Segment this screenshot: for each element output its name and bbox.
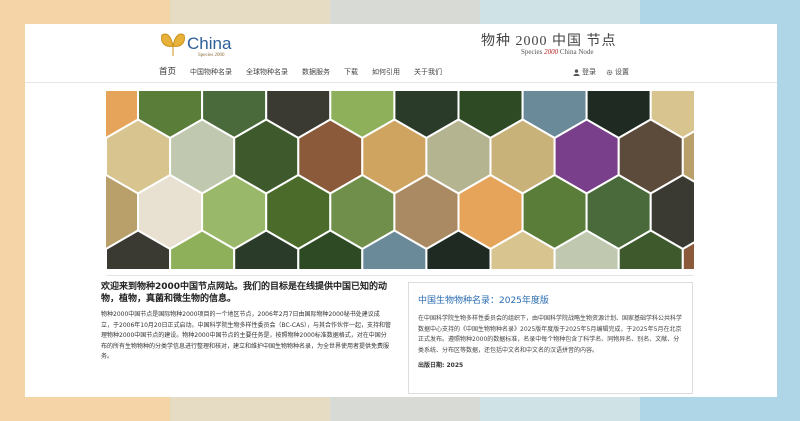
- login-label: 登录: [582, 68, 596, 76]
- nav-china-species-list[interactable]: 中国物种名录: [190, 64, 232, 80]
- welcome-title: 欢迎来到物种2000中国节点网站。我们的目标是在线提供中国已知的动物，植物，真菌…: [101, 282, 388, 304]
- hexagon-species-banner: [106, 91, 694, 269]
- header: China Species 2000 物种 2000 中国 节点 Species…: [25, 24, 777, 84]
- nav-download[interactable]: 下载: [344, 64, 358, 80]
- page: China Species 2000 物种 2000 中国 节点 Species…: [25, 24, 777, 397]
- hexagon-mosaic: [106, 91, 694, 269]
- publication-date: 出版日期: 2025: [418, 360, 683, 369]
- brand-subtitle-suffix: China Node: [559, 48, 594, 56]
- site-brand: 物种 2000 中国 节点 Species 2000 China Node: [481, 30, 661, 60]
- news-panel: 中国生物物种名录：2025年度版 在中国科学院生物多样性委员会的组织下，由中国科…: [408, 282, 693, 394]
- nav-global-species-list[interactable]: 全球物种名录: [246, 64, 288, 80]
- publication-date-value: 2025: [446, 362, 464, 369]
- nav-data-services[interactable]: 数据服务: [302, 64, 330, 80]
- brand-subtitle: Species 2000 China Node: [521, 48, 594, 56]
- welcome-section: 欢迎来到物种2000中国节点网站。我们的目标是在线提供中国已知的动物，植物，真菌…: [101, 281, 391, 363]
- logo-subtitle: Species 2000: [198, 53, 225, 58]
- login-link[interactable]: 登录: [573, 64, 596, 80]
- brand-subtitle-prefix: Species: [521, 48, 543, 56]
- user-nav: 登录 设置: [573, 64, 639, 80]
- logo[interactable]: China Species 2000: [159, 28, 249, 62]
- header-divider: [25, 82, 777, 83]
- main-nav: 首页 中国物种名录 全球物种名录 数据服务 下载 如何引用 关于我们: [159, 64, 456, 80]
- logo-text: China: [187, 34, 232, 53]
- gear-icon: [606, 69, 613, 75]
- welcome-body: 物种2000中国节点是国际物种2000项目的一个地区节点，2006年2月7日由国…: [101, 311, 392, 360]
- publication-date-label: 出版日期:: [418, 362, 445, 369]
- banner-divider: [106, 275, 694, 276]
- news-body: 在中国科学院生物多样性委员会的组织下，由中国科学院战略生物资源计划、国家基础学科…: [418, 315, 683, 354]
- nav-home[interactable]: 首页: [159, 64, 176, 80]
- brand-title: 物种 2000 中国 节点: [481, 34, 617, 49]
- settings-label: 设置: [615, 68, 629, 76]
- ginkgo-leaf-icon: [161, 33, 185, 56]
- nav-how-to-cite[interactable]: 如何引用: [372, 64, 400, 80]
- nav-about-us[interactable]: 关于我们: [414, 64, 442, 80]
- news-title[interactable]: 中国生物物种名录：2025年度版: [418, 295, 683, 307]
- brand-subtitle-num: 2000: [544, 48, 559, 56]
- settings-link[interactable]: 设置: [606, 64, 629, 80]
- user-icon: [573, 68, 580, 76]
